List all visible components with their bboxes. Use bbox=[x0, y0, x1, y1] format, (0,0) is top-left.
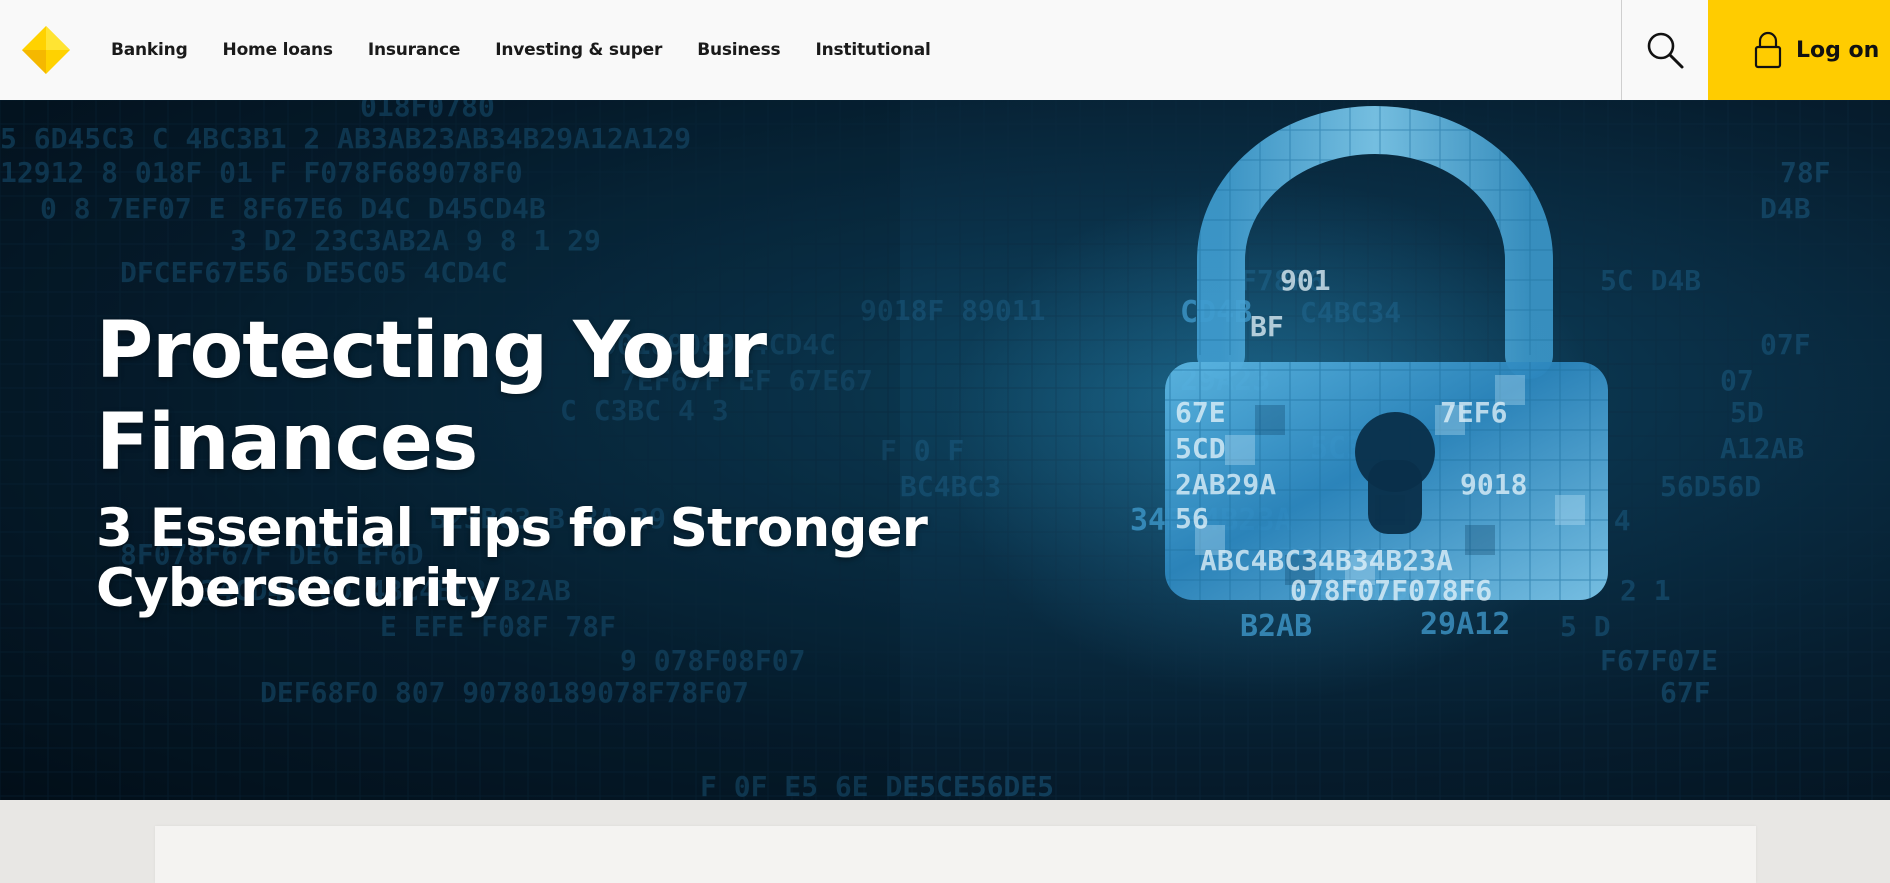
svg-text:A12AB: A12AB bbox=[1720, 432, 1804, 465]
hero-text-block: Protecting Your Finances 3 Essential Tip… bbox=[96, 305, 956, 619]
nav-item-banking[interactable]: Banking bbox=[111, 40, 188, 60]
search-icon bbox=[1647, 32, 1684, 69]
svg-text:078F07F078F6: 078F07F078F6 bbox=[1290, 574, 1492, 607]
log-on-label: Log on bbox=[1796, 37, 1880, 63]
svg-text:BF: BF bbox=[1250, 310, 1284, 343]
hero-subtitle: 3 Essential Tips for Stronger Cybersecur… bbox=[96, 498, 928, 619]
hero-banner: 018F0780 5 6D45C3 C 4BC3B1 2 AB3AB23AB34… bbox=[0, 100, 1890, 800]
nav-item-business[interactable]: Business bbox=[697, 40, 780, 60]
nav-item-insurance[interactable]: Insurance bbox=[368, 40, 461, 60]
nav-item-investing-super[interactable]: Investing & super bbox=[495, 40, 662, 60]
svg-text:78F: 78F bbox=[1780, 156, 1831, 189]
log-on-button[interactable]: Log on bbox=[1708, 0, 1890, 100]
svg-text:07F: 07F bbox=[1760, 328, 1811, 361]
article-content-card bbox=[155, 826, 1756, 883]
svg-text:F67F07E: F67F07E bbox=[1600, 644, 1718, 677]
site-header: Banking Home loans Insurance Investing &… bbox=[0, 0, 1890, 100]
commbank-logo-icon[interactable] bbox=[22, 26, 70, 74]
svg-text:07: 07 bbox=[1720, 364, 1754, 397]
search-button[interactable] bbox=[1621, 0, 1708, 100]
nav-item-institutional[interactable]: Institutional bbox=[815, 40, 930, 60]
padlock-icon bbox=[1754, 31, 1782, 69]
svg-text:2AB29A: 2AB29A bbox=[1175, 468, 1276, 501]
svg-text:56: 56 bbox=[1175, 502, 1209, 535]
svg-text:7EF6: 7EF6 bbox=[1440, 396, 1507, 429]
svg-text:67E: 67E bbox=[1175, 396, 1226, 429]
svg-text:5D: 5D bbox=[1730, 396, 1764, 429]
nav-item-home-loans[interactable]: Home loans bbox=[223, 40, 333, 60]
svg-text:D4B: D4B bbox=[1760, 192, 1811, 225]
svg-text:5C D4B: 5C D4B bbox=[1600, 264, 1701, 297]
main-nav: Banking Home loans Insurance Investing &… bbox=[111, 0, 966, 100]
svg-text:67F: 67F bbox=[1660, 676, 1711, 709]
svg-text:5 D: 5 D bbox=[1560, 610, 1611, 643]
hero-title: Protecting Your Finances bbox=[96, 306, 767, 488]
svg-text:56D56D: 56D56D bbox=[1660, 470, 1761, 503]
svg-text:901: 901 bbox=[1280, 264, 1331, 297]
svg-text:5CD: 5CD bbox=[1175, 432, 1226, 465]
svg-text:9018: 9018 bbox=[1460, 468, 1527, 501]
svg-text:ABC4BC34B34B23A: ABC4BC34B34B23A bbox=[1200, 544, 1453, 577]
svg-text:2 1: 2 1 bbox=[1620, 574, 1671, 607]
